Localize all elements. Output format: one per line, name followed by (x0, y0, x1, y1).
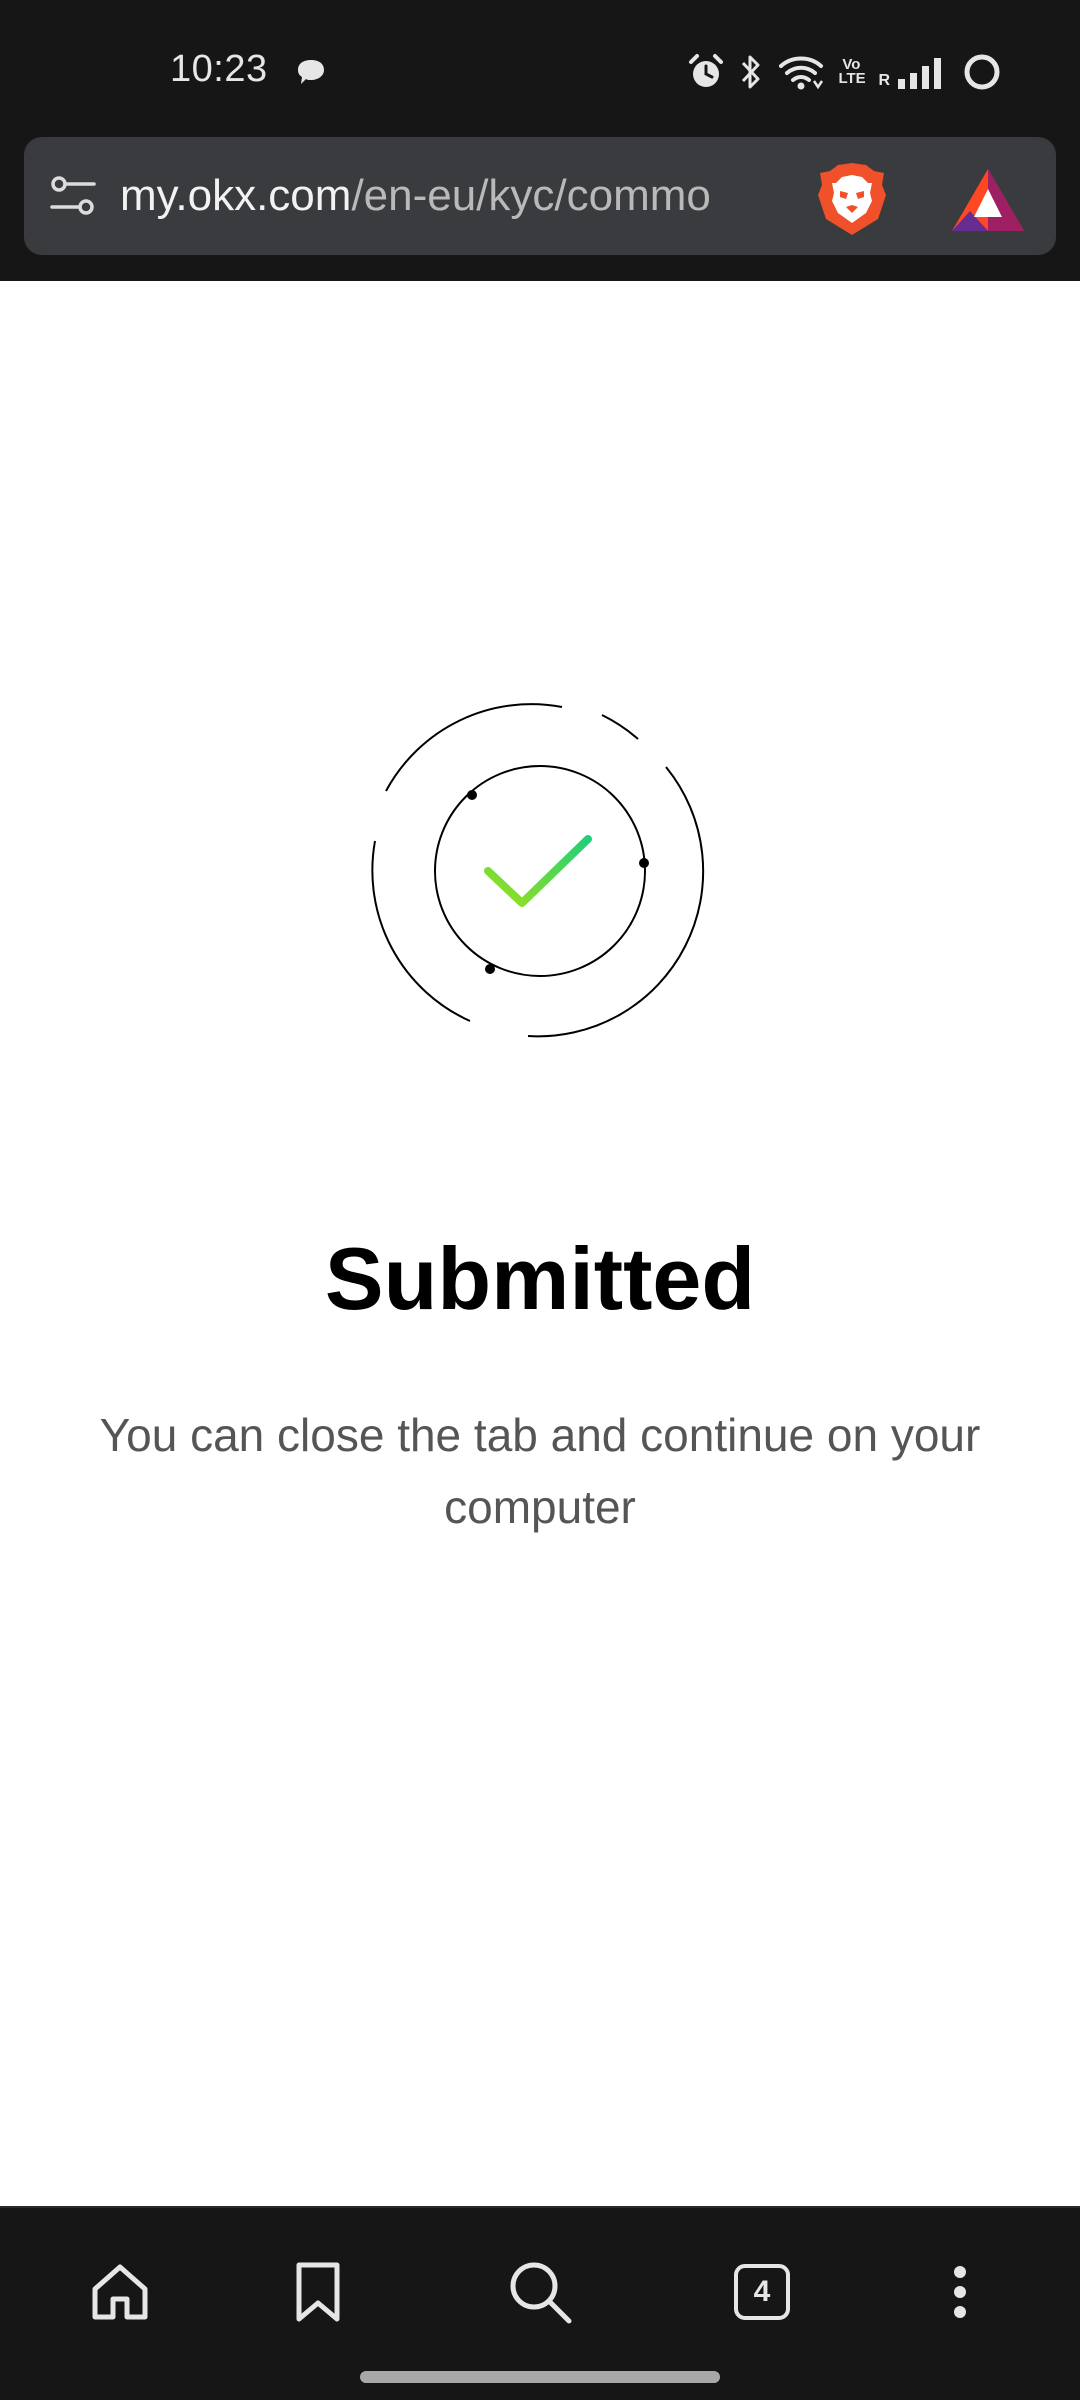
status-time: 10:23 (170, 48, 268, 90)
wifi-icon (779, 56, 824, 90)
more-icon (954, 2266, 966, 2318)
tab-count: 4 (753, 2275, 771, 2308)
alarm-icon (689, 54, 724, 87)
url-text[interactable]: my.okx.com/en-eu/kyc/commo (120, 167, 820, 225)
volte-label: Vo LTE (838, 56, 866, 87)
bottom-toolbar: 4 (0, 2206, 1080, 2400)
home-icon (92, 2264, 148, 2320)
status-icons: Vo LTE R (688, 50, 1002, 94)
url-path: /en-eu/kyc/commo (351, 171, 711, 220)
search-button[interactable] (500, 2252, 580, 2332)
page-title: Submitted (324, 1229, 756, 1328)
status-bar: 10:23 Vo LTE R (0, 0, 1080, 135)
chat-bubble-icon (298, 60, 324, 84)
bookmark-icon (296, 2262, 340, 2322)
status-message: You can close the tab and continue on yo… (99, 1409, 981, 1533)
brave-rewards-icon[interactable] (950, 167, 1026, 233)
bookmarks-button[interactable] (278, 2252, 358, 2332)
tabs-button[interactable]: 4 (722, 2252, 802, 2332)
search-icon (510, 2262, 572, 2324)
check-icon (484, 835, 592, 907)
address-bar[interactable]: my.okx.com/en-eu/kyc/commo (24, 137, 1056, 255)
brave-shields-icon[interactable] (816, 161, 888, 237)
page-content: Submitted You can close the tab and cont… (0, 281, 1080, 2206)
gesture-home-indicator[interactable] (360, 2371, 720, 2383)
home-button[interactable] (80, 2252, 160, 2332)
screen: 10:23 Vo LTE R my.okx.com/en-eu/kyc/comm… (0, 0, 1080, 2400)
browser-toolbar: my.okx.com/en-eu/kyc/commo (0, 135, 1080, 281)
site-settings-icon[interactable] (48, 173, 98, 219)
roaming-label: R (878, 72, 890, 89)
success-check-illustration (371, 703, 705, 1038)
signal-icon (898, 58, 941, 89)
more-menu-button[interactable] (920, 2252, 1000, 2332)
battery-ring-icon (964, 54, 1000, 90)
url-host: my.okx.com (120, 171, 352, 220)
bluetooth-icon (742, 55, 760, 89)
